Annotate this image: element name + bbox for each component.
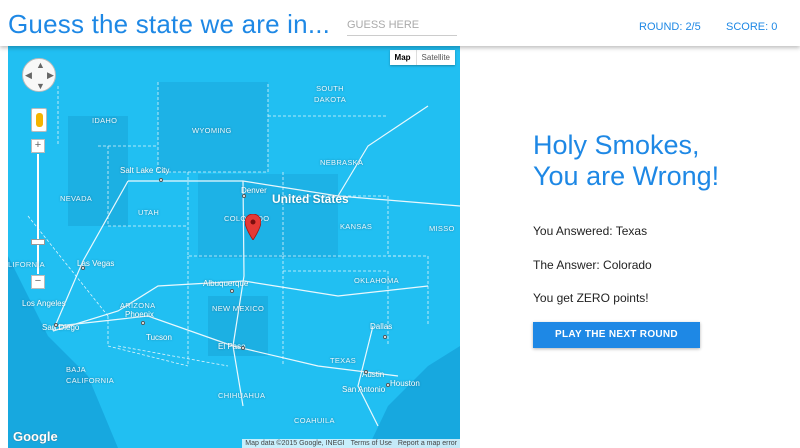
city-dot [242, 194, 246, 198]
pan-up-icon[interactable]: ▲ [36, 60, 45, 70]
headline-line-2: You are Wrong! [533, 161, 720, 191]
google-logo: Google [13, 429, 58, 444]
zoom-slider-track[interactable] [37, 154, 39, 274]
label-phoenix: Phoenix [125, 310, 154, 319]
label-houston: Houston [390, 379, 420, 388]
label-coahuila: COAHUILA [294, 416, 335, 425]
terms-of-use-link[interactable]: Terms of Use [348, 439, 395, 448]
map-type-satellite-button[interactable]: Satellite [415, 50, 455, 65]
ocean [8, 256, 118, 448]
map-data-text: Map data ©2015 Google, INEGI [245, 440, 345, 447]
label-arizona: ARIZONA [120, 301, 156, 310]
city-dot [383, 335, 387, 339]
points-text: You get ZERO points! [533, 291, 649, 305]
label-baja-california: BAJA CALIFORNIA [66, 365, 115, 385]
label-dallas: Dallas [370, 322, 393, 331]
label-missouri: MISSO [429, 224, 455, 233]
page-title: Guess the state we are in... [8, 9, 331, 39]
guess-input[interactable] [347, 14, 457, 36]
label-los-angeles: Los Angeles [22, 299, 66, 308]
pan-right-icon[interactable]: ▶ [47, 70, 54, 81]
label-oklahoma: OKLAHOMA [354, 276, 399, 285]
your-answer-text: You Answered: Texas [533, 224, 648, 238]
city-dot [386, 383, 390, 387]
map-view[interactable]: Map Satellite ▲ ▼ ◀ ▶ + − IDAHO WYOMING … [8, 46, 460, 448]
label-new-mexico: NEW MEXICO [212, 304, 265, 313]
city-dot [81, 266, 85, 270]
round-counter: ROUND: 2/5 [639, 21, 701, 33]
label-albuquerque: Albuquerque [203, 279, 249, 288]
map-attribution: Map data ©2015 Google, INEGI Terms of Us… [242, 439, 460, 448]
city-dot [141, 321, 145, 325]
label-texas: TEXAS [330, 356, 357, 365]
city-dot [364, 370, 368, 374]
result-headline: Holy Smokes, You are Wrong! [533, 130, 783, 192]
city-dot [159, 178, 163, 182]
label-salt-lake-city: Salt Lake City [120, 166, 170, 175]
zoom-in-button[interactable]: + [31, 139, 45, 153]
pan-left-icon[interactable]: ◀ [25, 70, 32, 81]
land-patch [68, 116, 128, 226]
score-counter: SCORE: 0 [726, 21, 778, 33]
label-united-states: United States [272, 192, 349, 206]
zoom-out-button[interactable]: − [31, 275, 45, 289]
top-bar: Guess the state we are in... ROUND: 2/5 … [0, 0, 800, 46]
label-kansas: KANSAS [340, 222, 373, 231]
label-wyoming: WYOMING [192, 126, 232, 135]
pegman-icon[interactable] [31, 108, 47, 132]
pan-control[interactable]: ▲ ▼ ◀ ▶ [22, 58, 56, 92]
location-marker-icon[interactable] [245, 214, 261, 240]
gulf [368, 346, 460, 448]
label-tucson: Tucson [146, 333, 172, 342]
label-nebraska: NEBRASKA [320, 158, 364, 167]
label-utah: UTAH [138, 208, 160, 217]
headline-line-1: Holy Smokes, [533, 130, 700, 160]
zoom-slider-thumb[interactable] [31, 239, 45, 245]
city-dot [241, 346, 245, 350]
label-san-diego: San Diego [42, 323, 80, 332]
city-dot [230, 289, 234, 293]
label-nevada: NEVADA [60, 194, 93, 203]
label-chihuahua: CHIHUAHUA [218, 391, 266, 400]
report-map-error-link[interactable]: Report a map error [395, 439, 460, 448]
map-type-control[interactable]: Map Satellite [389, 50, 455, 65]
label-san-antonio: San Antonio [342, 385, 386, 394]
label-idaho: IDAHO [92, 116, 118, 125]
map-type-map-button[interactable]: Map [390, 50, 416, 65]
pan-down-icon[interactable]: ▼ [36, 81, 45, 91]
city-dot [54, 323, 58, 327]
label-south-dakota: SOUTH DAKOTA [313, 84, 347, 104]
label-california: LIFORNIA [8, 260, 45, 269]
play-next-round-button[interactable]: PLAY THE NEXT ROUND [533, 322, 700, 348]
correct-answer-text: The Answer: Colorado [533, 258, 652, 272]
